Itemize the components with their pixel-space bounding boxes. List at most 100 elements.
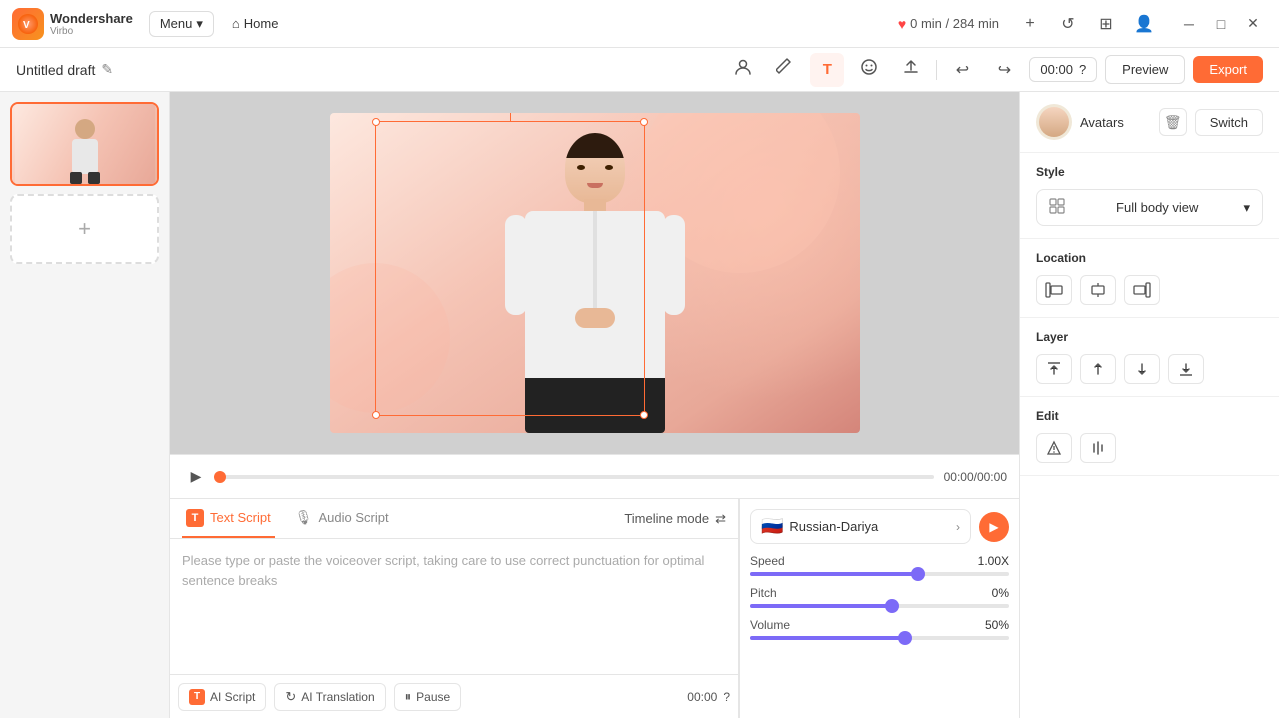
profile-icon: 👤 (1134, 14, 1154, 34)
layer-to-bottom-button[interactable] (1168, 354, 1204, 384)
style-option-text: Full body view (1116, 200, 1198, 215)
text-tool-button[interactable]: T (810, 53, 844, 87)
grid-view-button[interactable]: ⊞ (1091, 9, 1121, 39)
timeline-mode-toggle[interactable]: Timeline mode ⇄ (624, 511, 726, 527)
maximize-icon: □ (1217, 16, 1225, 32)
avatar-container (505, 123, 685, 433)
location-buttons (1036, 275, 1263, 305)
selection-handle-tl[interactable] (372, 118, 380, 126)
export-button[interactable]: Export (1193, 56, 1263, 83)
switch-button[interactable]: Switch (1195, 109, 1263, 136)
edit-title: Edit (1036, 409, 1263, 423)
speed-label: Speed (750, 554, 785, 568)
play-voice-icon: ▶ (989, 520, 998, 534)
edit-action-1-button[interactable] (1036, 433, 1072, 463)
topbar: V Wondershare Virbo Menu ▾ ⌂ Home ♥ 0 mi… (0, 0, 1279, 48)
avatar-arm-left (505, 215, 527, 315)
close-icon: ✕ (1247, 15, 1259, 32)
minimize-button[interactable]: ─ (1175, 10, 1203, 38)
home-icon: ⌂ (232, 16, 240, 31)
tab-text-script[interactable]: T Text Script (182, 499, 275, 538)
slides-panel: 1 (0, 92, 170, 718)
close-button[interactable]: ✕ (1239, 10, 1267, 38)
tab-audio-script[interactable]: 🎙 Audio Script (291, 499, 393, 538)
grid-icon: ⊞ (1099, 14, 1112, 34)
location-center-button[interactable] (1080, 275, 1116, 305)
ai-translation-button[interactable]: ↻ AI Translation (274, 683, 385, 711)
play-voice-button[interactable]: ▶ (979, 512, 1009, 542)
edit-draft-icon[interactable]: ✎ (101, 61, 113, 78)
avatar-header: Avatars 🗑 Switch (1020, 92, 1279, 153)
style-dropdown[interactable]: Full body view ▾ (1036, 189, 1263, 226)
home-button[interactable]: ⌂ Home (222, 12, 289, 35)
progress-track[interactable] (220, 475, 934, 479)
avatar-eye-right (605, 165, 613, 170)
speed-thumb[interactable] (911, 567, 925, 581)
add-button[interactable]: + (1015, 9, 1045, 39)
refresh-button[interactable]: ↺ (1053, 9, 1083, 39)
pitch-thumb[interactable] (885, 599, 899, 613)
pause-button[interactable]: ⏸ Pause (394, 683, 462, 711)
voice-flag: 🇷🇺 (761, 516, 783, 537)
minimize-icon: ─ (1184, 16, 1194, 32)
pitch-param: Pitch 0% (750, 586, 1009, 608)
volume-slider[interactable] (750, 636, 1009, 640)
preview-button[interactable]: Preview (1105, 55, 1185, 84)
delete-icon: 🗑 (1164, 114, 1182, 131)
pitch-header: Pitch 0% (750, 586, 1009, 600)
add-slide-button[interactable]: + (10, 194, 159, 264)
draft-title-text: Untitled draft (16, 62, 95, 78)
maximize-button[interactable]: □ (1207, 10, 1235, 38)
pitch-fill (750, 604, 892, 608)
selection-handle-line (510, 113, 511, 122)
redo-button[interactable]: ↪ (987, 53, 1021, 87)
time-info: ♥ 0 min / 284 min (898, 16, 999, 32)
canvas-container[interactable] (170, 92, 1019, 454)
volume-label: Volume (750, 618, 790, 632)
avatar-tool-button[interactable] (726, 53, 760, 87)
progress-thumb[interactable] (214, 471, 226, 483)
layer-up-button[interactable] (1080, 354, 1116, 384)
voice-selector[interactable]: 🇷🇺 Russian-Dariya › (750, 509, 971, 544)
export-label: Export (1209, 62, 1247, 77)
undo-icon: ↩ (956, 60, 969, 80)
switch-label: Switch (1210, 115, 1248, 130)
delete-avatar-button[interactable]: 🗑 (1159, 108, 1187, 136)
canvas-background (330, 113, 860, 433)
upload-tool-button[interactable] (894, 53, 928, 87)
brush-icon (776, 58, 794, 81)
brush-tool-button[interactable] (768, 53, 802, 87)
speed-param: Speed 1.00X (750, 554, 1009, 576)
style-dropdown-icon (1049, 198, 1065, 217)
edit-action-2-button[interactable] (1080, 433, 1116, 463)
layer-buttons (1036, 354, 1263, 384)
emoji-tool-button[interactable] (852, 53, 886, 87)
volume-thumb[interactable] (898, 631, 912, 645)
script-content-area[interactable]: Please type or paste the voiceover scrip… (170, 539, 738, 674)
transport-bar: ▶ 00:00/00:00 (170, 454, 1019, 498)
location-right-button[interactable] (1124, 275, 1160, 305)
style-section: Style Full body view ▾ (1020, 153, 1279, 239)
pitch-label: Pitch (750, 586, 777, 600)
shirt-detail (593, 211, 597, 314)
script-time-value: 00:00 (687, 690, 717, 704)
profile-button[interactable]: 👤 (1129, 9, 1159, 39)
menu-button[interactable]: Menu ▾ (149, 11, 214, 37)
slide-1[interactable]: 1 (10, 102, 159, 186)
avatar-hair (565, 133, 625, 158)
pause-label: Pause (416, 690, 450, 704)
pitch-slider[interactable] (750, 604, 1009, 608)
speed-slider[interactable] (750, 572, 1009, 576)
add-icon: + (1025, 15, 1034, 33)
location-left-button[interactable] (1036, 275, 1072, 305)
play-button[interactable]: ▶ (182, 463, 210, 491)
style-title: Style (1036, 165, 1263, 179)
layer-down-button[interactable] (1124, 354, 1160, 384)
undo-button[interactable]: ↩ (945, 53, 979, 87)
ai-translation-icon: ↻ (285, 689, 296, 705)
ai-script-button[interactable]: T AI Script (178, 683, 266, 711)
layer-to-top-button[interactable] (1036, 354, 1072, 384)
layer-section: Layer (1020, 318, 1279, 397)
avatars-label: Avatars (1080, 115, 1151, 130)
avatar-arm-right (663, 215, 685, 315)
